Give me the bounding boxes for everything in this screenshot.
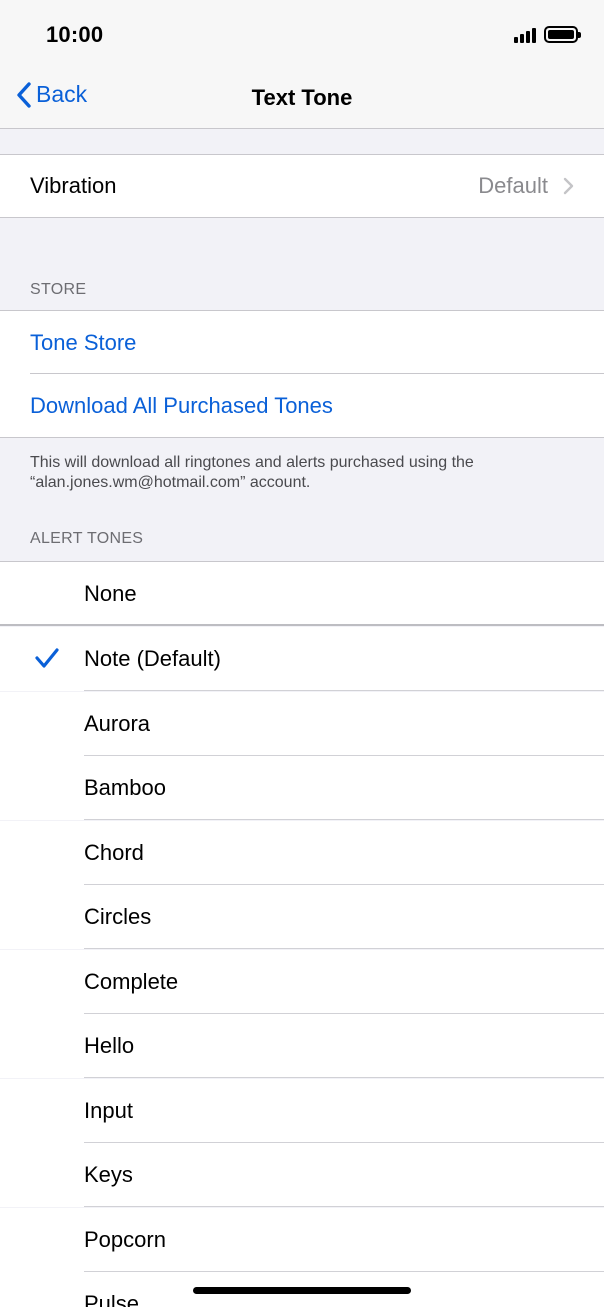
- tone-store-link[interactable]: Tone Store: [0, 330, 136, 356]
- tone-label: Hello: [84, 1033, 135, 1058]
- tone-label: Note (Default): [84, 646, 221, 671]
- tone-label: Keys: [84, 1162, 133, 1187]
- alert-tones-section-header: ALERT TONES: [30, 530, 144, 547]
- page-title: Text Tone: [251, 85, 353, 110]
- home-indicator: [193, 1287, 411, 1294]
- tone-label: Input: [84, 1097, 133, 1123]
- vibration-value: Default: [478, 173, 548, 198]
- tone-row-none[interactable]: None: [0, 561, 604, 626]
- store-section-header: STORE: [30, 281, 87, 298]
- checkmark-icon: [35, 648, 59, 668]
- tone-row[interactable]: Popcorn: [0, 1207, 604, 1272]
- tone-row[interactable]: Circles: [0, 885, 604, 949]
- tone-label: None: [84, 581, 137, 606]
- tone-row[interactable]: Keys: [0, 1143, 604, 1207]
- status-bar: 10:00: [0, 0, 604, 68]
- vibration-row[interactable]: Vibration Default: [0, 154, 604, 218]
- tone-row[interactable]: Hello: [0, 1014, 604, 1078]
- navigation-bar: Back Text Tone: [0, 68, 604, 129]
- download-all-row[interactable]: Download All Purchased Tones: [0, 374, 604, 438]
- tone-store-row[interactable]: Tone Store: [0, 310, 604, 374]
- tone-row[interactable]: Note (Default): [0, 627, 604, 691]
- tone-label: Circles: [84, 904, 152, 929]
- tone-row[interactable]: Input: [0, 1078, 604, 1143]
- status-icons: [514, 26, 581, 43]
- status-time: 10:00: [46, 22, 104, 47]
- chevron-right-icon: [563, 177, 574, 195]
- tone-label: Bamboo: [84, 775, 166, 800]
- tone-label: Chord: [84, 839, 144, 865]
- battery-icon: [544, 26, 581, 43]
- tone-row[interactable]: Aurora: [0, 691, 604, 756]
- download-all-link[interactable]: Download All Purchased Tones: [0, 393, 333, 419]
- tone-label: Popcorn: [84, 1226, 166, 1252]
- screen: 10:00 Back Text Tone Vibration Default S…: [0, 0, 604, 1307]
- tone-label: Pulse: [84, 1291, 140, 1307]
- store-footer-note: This will download all ringtones and ale…: [30, 454, 474, 491]
- tone-row[interactable]: Bamboo: [0, 756, 604, 820]
- tone-label: Aurora: [84, 710, 151, 736]
- vibration-label: Vibration: [30, 173, 117, 198]
- tone-row[interactable]: Complete: [0, 949, 604, 1014]
- tone-row[interactable]: Chord: [0, 820, 604, 885]
- cellular-signal-icon: [514, 27, 536, 43]
- tone-label: Complete: [84, 968, 179, 994]
